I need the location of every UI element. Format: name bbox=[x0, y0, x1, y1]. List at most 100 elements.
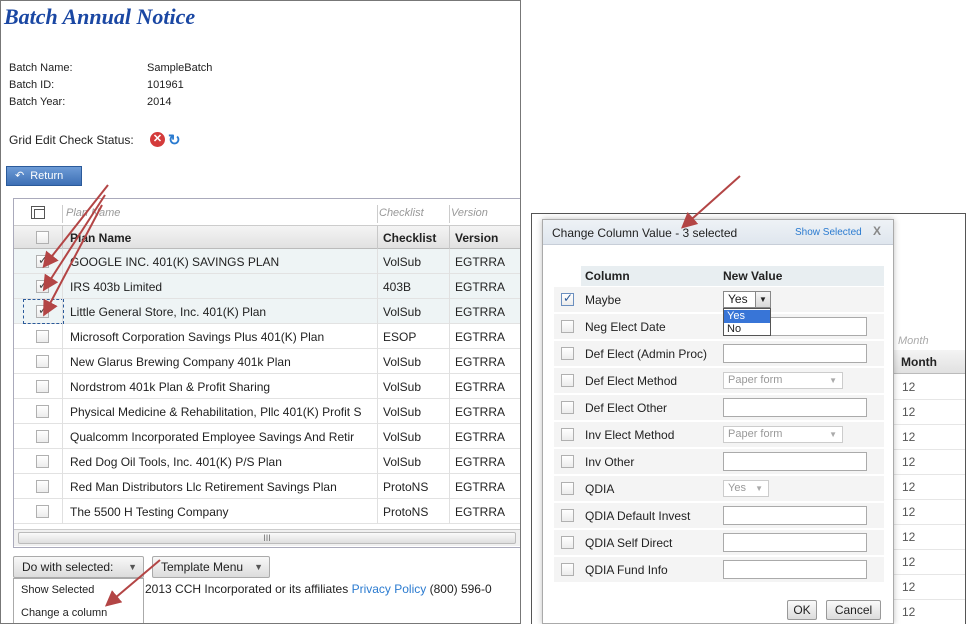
plans-grid: Plan Name Checklist Version Plan Name Ch… bbox=[13, 198, 520, 548]
table-row[interactable]: Qualcomm Incorporated Employee Savings A… bbox=[14, 424, 520, 449]
chevron-down-icon[interactable]: ▼ bbox=[755, 292, 770, 307]
checklist-cell: VolSub bbox=[383, 430, 422, 444]
value-input[interactable] bbox=[723, 398, 867, 417]
month-header[interactable]: Month bbox=[892, 350, 965, 374]
value-input[interactable] bbox=[723, 506, 867, 525]
row-checkbox[interactable] bbox=[36, 253, 49, 268]
select-value: Paper form bbox=[728, 374, 783, 386]
row-checkbox[interactable] bbox=[36, 380, 49, 393]
batch-id-value: 101961 bbox=[147, 79, 184, 91]
table-row[interactable]: GOOGLE INC. 401(K) SAVINGS PLAN VolSub E… bbox=[14, 249, 520, 274]
table-row[interactable]: Little General Store, Inc. 401(K) Plan V… bbox=[14, 299, 520, 324]
dialog-title: Change Column Value - 3 selected bbox=[552, 226, 738, 240]
checklist-cell: ProtoNS bbox=[383, 480, 429, 494]
chevron-down-icon: ▼ bbox=[128, 562, 137, 572]
column-header: Column bbox=[585, 269, 630, 283]
column-label: Maybe bbox=[585, 293, 622, 307]
version-cell: EGTRRA bbox=[455, 405, 506, 419]
option-no[interactable]: No bbox=[724, 323, 770, 336]
table-row[interactable]: New Glarus Brewing Company 401k Plan Vol… bbox=[14, 349, 520, 374]
filter-row: Plan Name Checklist Version bbox=[14, 203, 520, 223]
column-label: Def Elect (Admin Proc) bbox=[585, 347, 708, 361]
return-button[interactable]: ↶ Return bbox=[6, 166, 82, 186]
table-row[interactable]: IRS 403b Limited 403B EGTRRA bbox=[14, 274, 520, 299]
row-checkbox[interactable] bbox=[561, 536, 574, 549]
month-cell: 12 bbox=[902, 380, 916, 394]
do-with-selected-menu: Show Selected Change a column bbox=[13, 578, 145, 623]
table-row[interactable]: Nordstrom 401k Plan & Profit Sharing Vol… bbox=[14, 374, 520, 399]
template-menu-button[interactable]: Template Menu ▼ bbox=[152, 556, 270, 578]
footer: 2013 CCH Incorporated or its affiliates … bbox=[145, 582, 492, 596]
plan-name-header[interactable]: Plan Name bbox=[70, 231, 131, 245]
version-cell: EGTRRA bbox=[455, 505, 506, 519]
plan-filter-input[interactable]: Plan Name bbox=[66, 207, 120, 219]
table-row[interactable]: The 5500 H Testing Company ProtoNS EGTRR… bbox=[14, 499, 520, 524]
row-checkbox[interactable] bbox=[561, 482, 574, 495]
plan-name-cell: Physical Medicine & Rehabilitation, Pllc… bbox=[70, 405, 362, 419]
dialog-table-header: Column New Value bbox=[581, 266, 884, 286]
checklist-filter-input[interactable]: Checklist bbox=[379, 207, 424, 219]
table-row[interactable]: Physical Medicine & Rehabilitation, Pllc… bbox=[14, 399, 520, 424]
row-checkbox[interactable] bbox=[561, 347, 574, 360]
do-with-selected-button[interactable]: Do with selected: ▼ bbox=[13, 556, 144, 578]
row-checkbox[interactable] bbox=[36, 505, 49, 518]
table-row[interactable]: Microsoft Corporation Savings Plus 401(K… bbox=[14, 324, 520, 349]
select-all-checkbox[interactable] bbox=[36, 231, 49, 244]
month-cell: 12 bbox=[902, 505, 916, 519]
error-icon[interactable]: ✕ bbox=[150, 132, 165, 147]
month-cell: 12 bbox=[902, 430, 916, 444]
row-checkbox[interactable] bbox=[561, 291, 574, 306]
row-checkbox[interactable] bbox=[561, 455, 574, 468]
cancel-button[interactable]: Cancel bbox=[826, 600, 881, 620]
chevron-down-icon: ▼ bbox=[829, 376, 837, 385]
version-cell: EGTRRA bbox=[455, 280, 506, 294]
row-checkbox[interactable] bbox=[36, 303, 49, 318]
row-checkbox[interactable] bbox=[561, 374, 574, 387]
value-select[interactable]: Paper form ▼ bbox=[723, 372, 843, 389]
row-checkbox[interactable] bbox=[36, 330, 49, 343]
row-checkbox[interactable] bbox=[36, 480, 49, 493]
version-filter-input[interactable]: Version bbox=[451, 207, 488, 219]
scrollbar-thumb[interactable]: III bbox=[18, 532, 516, 544]
checklist-header[interactable]: Checklist bbox=[383, 231, 436, 245]
plan-name-cell: GOOGLE INC. 401(K) SAVINGS PLAN bbox=[70, 255, 280, 269]
table-row[interactable]: Red Man Distributors Llc Retirement Savi… bbox=[14, 474, 520, 499]
value-input[interactable] bbox=[723, 533, 867, 552]
value-input[interactable] bbox=[723, 344, 867, 363]
close-icon[interactable]: X bbox=[873, 224, 881, 238]
ok-button[interactable]: OK bbox=[787, 600, 817, 620]
refresh-icon[interactable]: ↻ bbox=[168, 131, 181, 149]
value-select[interactable]: Yes ▼ bbox=[723, 480, 769, 497]
row-checkbox[interactable] bbox=[561, 320, 574, 333]
value-input[interactable] bbox=[723, 452, 867, 471]
column-label: Neg Elect Date bbox=[585, 320, 666, 334]
horizontal-scrollbar[interactable]: III bbox=[14, 529, 520, 546]
row-checkbox[interactable] bbox=[36, 405, 49, 418]
value-select[interactable]: Paper form ▼ bbox=[723, 426, 843, 443]
month-filter-input[interactable]: Month bbox=[898, 335, 929, 347]
dialog-row-maybe: Maybe Yes ▼ bbox=[554, 287, 884, 313]
row-checkbox[interactable] bbox=[36, 455, 49, 468]
maybe-select[interactable]: Yes ▼ bbox=[723, 291, 771, 308]
row-checkbox[interactable] bbox=[561, 563, 574, 576]
copy-icon[interactable] bbox=[31, 206, 45, 219]
show-selected-link[interactable]: Show Selected bbox=[795, 227, 862, 238]
option-yes[interactable]: Yes bbox=[724, 310, 770, 323]
version-header[interactable]: Version bbox=[455, 231, 498, 245]
privacy-policy-link[interactable]: Privacy Policy bbox=[352, 582, 427, 596]
column-label: QDIA bbox=[585, 482, 615, 496]
row-checkbox[interactable] bbox=[561, 401, 574, 414]
menu-item-show-selected[interactable]: Show Selected bbox=[14, 579, 145, 602]
menu-item-change-column[interactable]: Change a column bbox=[14, 602, 145, 623]
row-checkbox[interactable] bbox=[36, 278, 49, 293]
row-checkbox[interactable] bbox=[36, 355, 49, 368]
table-row[interactable]: Red Dog Oil Tools, Inc. 401(K) P/S Plan … bbox=[14, 449, 520, 474]
value-input[interactable] bbox=[723, 560, 867, 579]
dialog-row-qdia: QDIA Yes ▼ bbox=[554, 476, 884, 502]
row-checkbox[interactable] bbox=[36, 430, 49, 443]
version-cell: EGTRRA bbox=[455, 380, 506, 394]
row-checkbox[interactable] bbox=[561, 509, 574, 522]
column-label: Inv Elect Method bbox=[585, 428, 675, 442]
version-cell: EGTRRA bbox=[455, 455, 506, 469]
row-checkbox[interactable] bbox=[561, 428, 574, 441]
